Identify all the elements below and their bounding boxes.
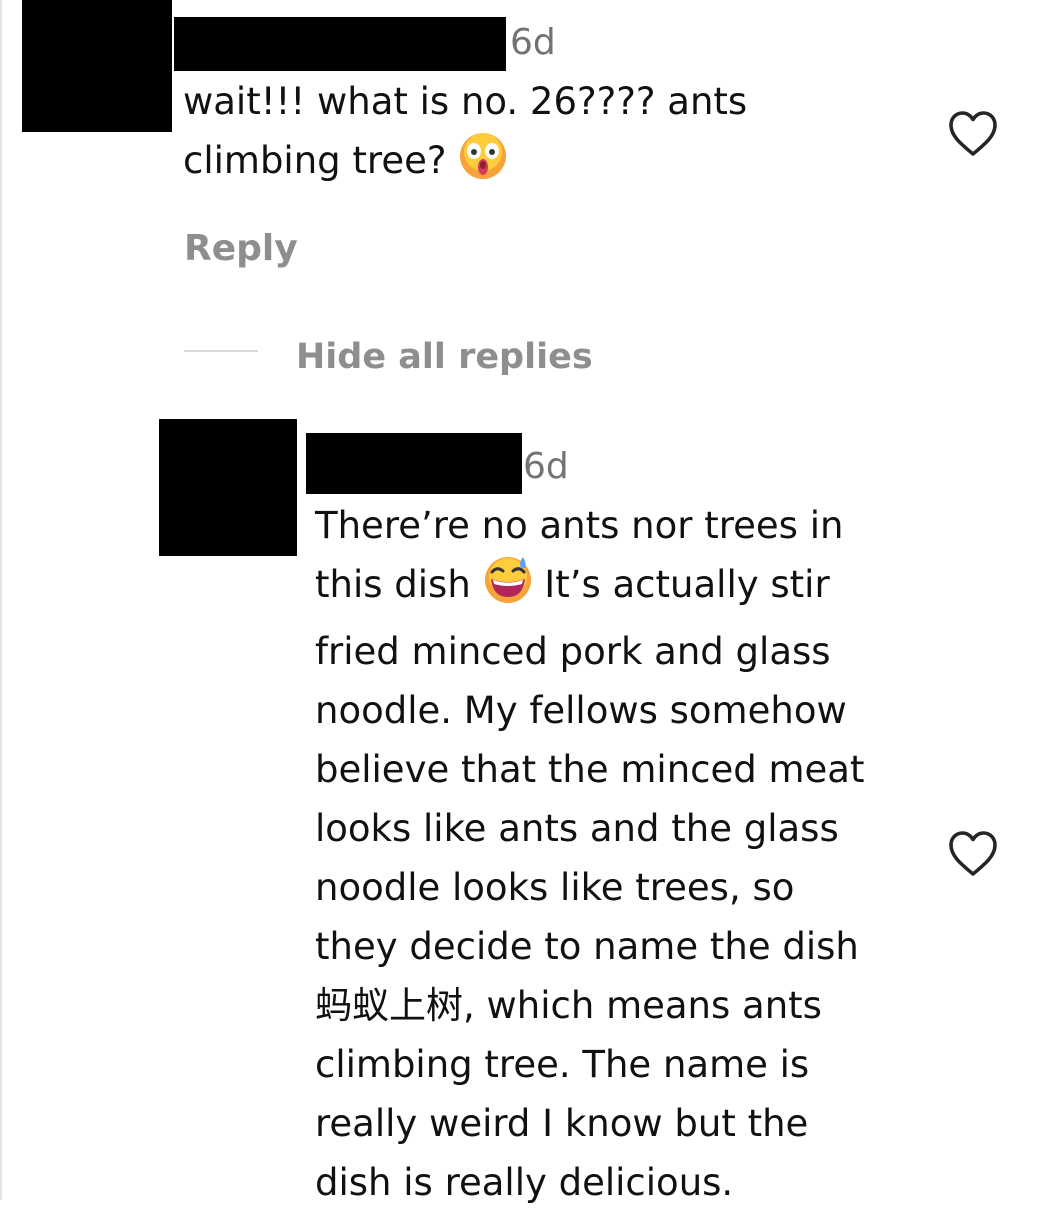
reply-text-line: looks like ants and the glass [315, 807, 839, 850]
replier-username-redacted[interactable] [306, 433, 522, 494]
reply-button[interactable]: Reply [184, 229, 298, 269]
commenter-avatar[interactable] [22, 0, 172, 132]
comment-text-line-2-text: climbing tree? [183, 139, 459, 182]
left-divider [0, 0, 2, 1200]
reply-text-line: noodle looks like trees, so [315, 866, 795, 909]
reply-text-line: this dish It’s actually stir [315, 555, 925, 622]
hide-all-replies-button[interactable]: Hide all replies [296, 337, 593, 377]
reply-text-line: fried minced pork and glass [315, 630, 831, 673]
reply-text-line: 蚂蚁上树, which means ants [315, 984, 822, 1027]
reply-text-line: they decide to name the dish [315, 925, 859, 968]
comment-text: wait!!! what is no. 26???? ants climbing… [183, 72, 903, 198]
commenter-username-redacted[interactable] [174, 17, 506, 71]
reply-text: There’re no ants nor trees in this dish … [315, 496, 925, 1212]
comment-text-line-1: wait!!! what is no. 26???? ants [183, 80, 748, 123]
hide-replies-divider [184, 350, 258, 352]
reply-text-line: noodle. My fellows somehow [315, 689, 847, 732]
reply-text-line: There’re no ants nor trees in [315, 504, 844, 547]
comment-timestamp: 6d [510, 22, 556, 63]
comment-text-line-2: climbing tree? [183, 131, 903, 198]
reply-text-line: really weird I know but the [315, 1102, 809, 1145]
reply-text-line-part: this dish [315, 563, 483, 606]
reply-text-line: dish is really delicious. [315, 1161, 734, 1204]
face-screaming-in-fear-emoji [458, 131, 508, 198]
reply-timestamp: 6d [523, 446, 569, 487]
heart-outline-icon[interactable] [947, 110, 999, 158]
grinning-face-with-sweat-emoji [483, 555, 533, 622]
reply-text-line-part: It’s actually stir [532, 563, 830, 606]
replier-avatar[interactable] [159, 419, 297, 556]
reply-text-line: climbing tree. The name is [315, 1043, 810, 1086]
heart-outline-icon[interactable] [947, 830, 999, 878]
reply-text-line: believe that the minced meat [315, 748, 865, 791]
